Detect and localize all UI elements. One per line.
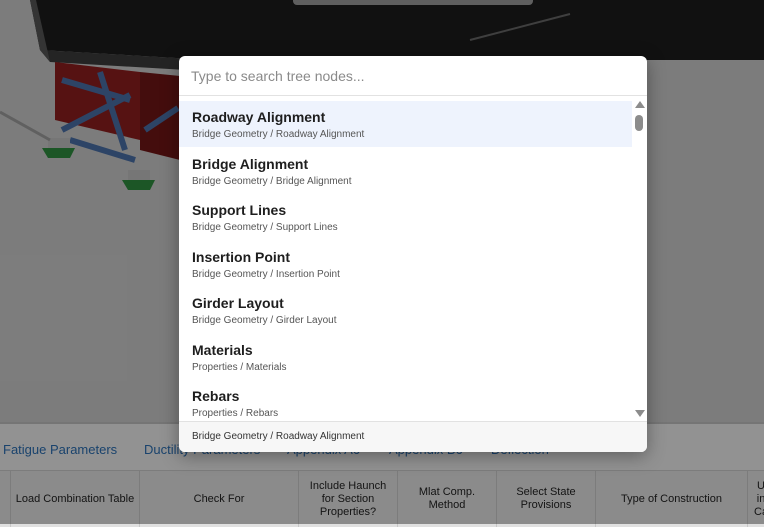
result-title: Insertion Point (192, 248, 290, 265)
result-title: Materials (192, 341, 253, 358)
scroll-up-arrow-icon[interactable] (635, 101, 645, 108)
result-item[interactable]: Insertion Point Bridge Geometry / Inserti… (179, 241, 632, 287)
result-path: Bridge Geometry / Support Lines (192, 222, 338, 233)
result-path: Bridge Geometry / Roadway Alignment (192, 129, 365, 140)
result-item[interactable]: Materials Properties / Materials (179, 334, 632, 380)
result-item[interactable]: Rebars Properties / Rebars (179, 380, 632, 421)
results-scrollbar[interactable] (632, 101, 647, 421)
result-item[interactable]: Roadway Alignment Bridge Geometry / Roadw… (179, 101, 632, 147)
search-input[interactable] (191, 64, 631, 88)
scroll-thumb[interactable] (635, 115, 643, 131)
result-path: Bridge Geometry / Insertion Point (192, 268, 340, 280)
result-title: Bridge Alignment (192, 155, 309, 172)
result-path: Bridge Geometry / Bridge Alignment (192, 175, 352, 187)
result-item[interactable]: Girder Layout Bridge Geometry / Girder La… (179, 287, 632, 333)
result-path: Properties / Rebars (192, 408, 279, 419)
result-title: Roadway Alignment (192, 109, 326, 125)
result-title: Girder Layout (192, 295, 284, 311)
search-box (179, 56, 647, 96)
result-path: Bridge Geometry / Girder Layout (192, 315, 337, 326)
result-item[interactable]: Bridge Alignment Bridge Geometry / Bridge… (179, 148, 632, 194)
results-list: Roadway Alignment Bridge Geometry / Roadw… (179, 101, 632, 421)
tree-search-dialog: Roadway Alignment Bridge Geometry / Roadw… (179, 56, 647, 452)
result-path: Properties / Materials (192, 361, 287, 373)
result-item[interactable]: Support Lines Bridge Geometry / Support L… (179, 194, 632, 240)
result-title: Rebars (192, 388, 240, 404)
selected-path-footer: Bridge Geometry / Roadway Alignment (179, 421, 647, 452)
scroll-down-arrow-icon[interactable] (635, 410, 645, 417)
result-title: Support Lines (192, 202, 287, 218)
selected-path-text: Bridge Geometry / Roadway Alignment (192, 431, 365, 442)
